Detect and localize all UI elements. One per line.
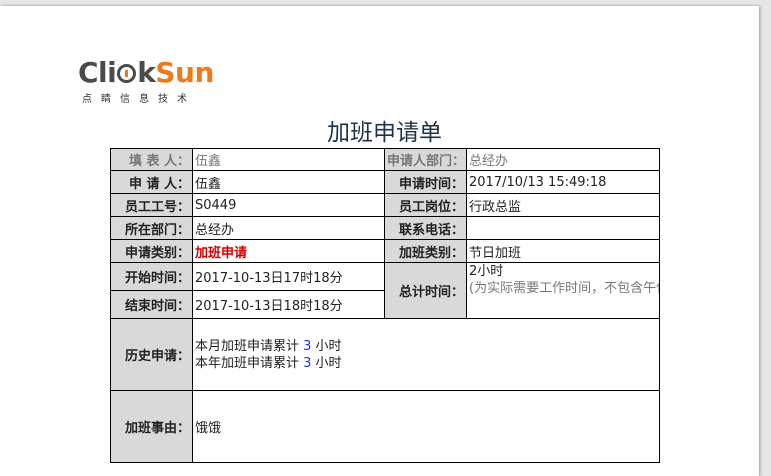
logo-text-sun: Sun bbox=[155, 56, 214, 89]
form-row: 申请类别： 加班申请 加班类别： 节日加班 bbox=[110, 239, 660, 263]
total-time-label: 总计时间： bbox=[384, 262, 467, 319]
reason-label: 加班事由： bbox=[110, 390, 193, 463]
employee-no-value: S0449 bbox=[192, 193, 385, 217]
form-row: 申 请 人： 伍鑫 申请时间： 2017/10/13 15:49:18 bbox=[110, 170, 660, 194]
document-sheet: Cli kSun 点睛信息技术 加班申请单 填 表 人： 伍鑫 申请人部门： 总经… bbox=[0, 6, 759, 476]
applicant-label: 申 请 人： bbox=[110, 170, 193, 194]
reason-value: 饿饿 bbox=[192, 390, 660, 463]
history-cell: 本月加班申请累计 3 小时 本年加班申请累计 3 小时 bbox=[192, 318, 660, 391]
history-month-text: 本月加班申请累计 bbox=[195, 338, 304, 354]
form-row: 填 表 人： 伍鑫 申请人部门： 总经办 bbox=[110, 148, 660, 171]
form-row: 员工工号： S0449 员工岗位： 行政总监 bbox=[110, 193, 660, 217]
history-year-text: 本年加班申请累计 bbox=[195, 355, 304, 371]
position-label: 员工岗位： bbox=[384, 193, 467, 217]
apply-type-label: 申请类别： bbox=[110, 239, 193, 263]
form-row: 加班事由： 饿饿 bbox=[110, 390, 660, 463]
logo-tagline: 点睛信息技术 bbox=[82, 94, 196, 105]
form-row: 开始时间： 2017-10-13日17时18分 总计时间： 2小时 (为实际需要… bbox=[110, 262, 660, 319]
employee-no-label: 员工工号： bbox=[110, 193, 193, 217]
end-time-value: 2017-10-13日18时18分 bbox=[192, 290, 385, 319]
form-row: 所在部门： 总经办 联系电话： bbox=[110, 216, 660, 240]
form-row: 历史申请： 本月加班申请累计 3 小时 本年加班申请累计 3 小时 bbox=[110, 318, 660, 391]
phone-value[interactable] bbox=[466, 216, 660, 240]
applicant-value: 伍鑫 bbox=[192, 170, 385, 194]
start-time-value: 2017-10-13日17时18分 bbox=[192, 262, 385, 291]
total-time-note: (为实际需要工作时间，不包含午休和晚上等非上班时间) bbox=[469, 281, 659, 296]
apply-time-label: 申请时间： bbox=[384, 170, 467, 194]
phone-label: 联系电话： bbox=[384, 216, 467, 240]
total-hours-value: 2小时 bbox=[469, 264, 504, 279]
history-month-unit: 小时 bbox=[311, 338, 342, 354]
logo-wordmark: Cli kSun bbox=[78, 58, 214, 88]
mouse-icon bbox=[117, 64, 137, 83]
filler-label: 填 表 人： bbox=[110, 148, 193, 171]
filler-value: 伍鑫 bbox=[192, 148, 385, 171]
clicksun-logo: Cli kSun 点睛信息技术 bbox=[78, 58, 214, 106]
apply-type-value: 加班申请 bbox=[192, 239, 385, 263]
applicant-dept-value: 总经办 bbox=[466, 148, 660, 171]
overtime-type-value: 节日加班 bbox=[466, 239, 660, 263]
logo-text-k: k bbox=[137, 56, 156, 89]
history-label: 历史申请： bbox=[110, 318, 193, 391]
department-label: 所在部门： bbox=[110, 216, 193, 240]
logo-text-cli: Cli bbox=[78, 56, 117, 89]
history-year-line: 本年加班申请累计 3 小时 bbox=[195, 355, 657, 372]
total-time-cell: 2小时 (为实际需要工作时间，不包含午休和晚上等非上班时间) bbox=[466, 262, 660, 319]
end-time-label: 结束时间： bbox=[110, 290, 193, 319]
overtime-type-label: 加班类别： bbox=[384, 239, 467, 263]
start-time-label: 开始时间： bbox=[110, 262, 193, 291]
history-year-unit: 小时 bbox=[311, 355, 342, 371]
form-title: 加班申请单 bbox=[327, 120, 442, 146]
department-value: 总经办 bbox=[192, 216, 385, 240]
position-value: 行政总监 bbox=[466, 193, 660, 217]
applicant-dept-label: 申请人部门： bbox=[384, 148, 467, 171]
overtime-form-table: 填 表 人： 伍鑫 申请人部门： 总经办 申 请 人： 伍鑫 申请时间： 201… bbox=[110, 148, 660, 463]
history-month-line: 本月加班申请累计 3 小时 bbox=[195, 338, 657, 355]
apply-time-value: 2017/10/13 15:49:18 bbox=[466, 170, 660, 194]
